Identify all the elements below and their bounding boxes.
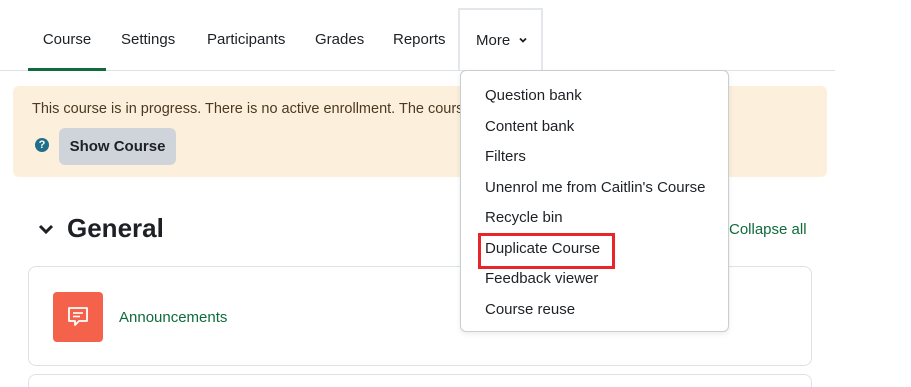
menu-item-filters[interactable]: Filters	[485, 148, 526, 165]
tab-grades[interactable]: Grades	[315, 0, 364, 71]
menu-item-unenrol[interactable]: Unenrol me from Caitlin's Course	[485, 179, 705, 196]
tab-participants[interactable]: Participants	[207, 0, 285, 71]
show-course-button[interactable]: Show Course	[59, 128, 176, 165]
tab-more[interactable]: More	[458, 8, 543, 70]
more-dropdown-menu: Question bank Content bank Filters Unenr…	[460, 70, 729, 332]
tab-reports[interactable]: Reports	[393, 0, 446, 71]
secondary-navigation: Course Settings Participants Grades Repo…	[0, 0, 835, 71]
activity-link-announcements[interactable]: Announcements	[119, 309, 227, 326]
question-circle-icon[interactable]: ?	[35, 138, 49, 152]
tab-more-label: More	[476, 32, 511, 49]
menu-item-content-bank[interactable]: Content bank	[485, 118, 574, 135]
duplicate-course-highlight-box	[478, 233, 615, 269]
section-collapse-chevron-icon[interactable]	[38, 222, 54, 236]
menu-item-course-reuse[interactable]: Course reuse	[485, 301, 575, 318]
alert-text: This course is in progress. There is no …	[32, 101, 472, 117]
tab-settings[interactable]: Settings	[121, 0, 175, 71]
tab-course[interactable]: Course	[28, 0, 106, 71]
section-title: General	[67, 213, 164, 243]
chevron-down-icon	[519, 37, 527, 43]
menu-item-recycle-bin[interactable]: Recycle bin	[485, 209, 563, 226]
collapse-all-link[interactable]: Collapse all	[729, 221, 807, 238]
forum-icon	[53, 292, 103, 342]
menu-item-feedback-viewer[interactable]: Feedback viewer	[485, 270, 598, 287]
menu-item-question-bank[interactable]: Question bank	[485, 87, 582, 104]
activity-card	[28, 374, 812, 387]
